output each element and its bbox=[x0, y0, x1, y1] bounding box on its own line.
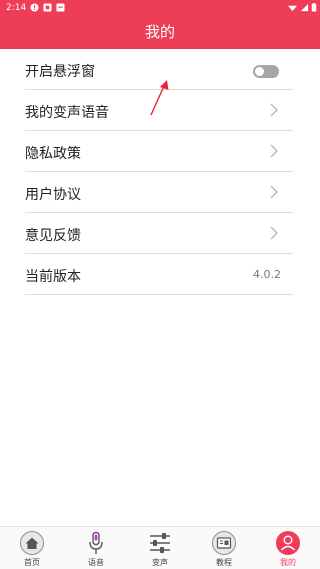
version-value: 4.0.2 bbox=[253, 268, 281, 281]
app-notification-icon bbox=[43, 3, 52, 12]
chevron-right-icon bbox=[270, 103, 278, 117]
tab-voice[interactable]: 语音 bbox=[64, 528, 128, 568]
app-header: 我的 bbox=[0, 16, 320, 49]
version-row: 当前版本 4.0.2 bbox=[25, 254, 293, 295]
sliders-icon bbox=[150, 533, 170, 553]
status-bar: 2:14 bbox=[0, 0, 320, 16]
tab-voice-changer-label: 变声 bbox=[152, 558, 168, 567]
feedback-row[interactable]: 意见反馈 bbox=[25, 213, 293, 254]
floating-window-toggle[interactable] bbox=[253, 65, 279, 78]
tab-voice-label: 语音 bbox=[88, 558, 104, 567]
tab-home-label: 首页 bbox=[24, 558, 40, 567]
status-time: 2:14 bbox=[6, 3, 27, 13]
microphone-icon bbox=[89, 531, 103, 554]
page-title: 我的 bbox=[144, 23, 175, 41]
my-voices-label: 我的变声语音 bbox=[25, 105, 109, 121]
media-notification-icon bbox=[56, 3, 65, 12]
tab-tutorial-label: 教程 bbox=[216, 558, 232, 567]
user-agreement-label: 用户协议 bbox=[25, 187, 81, 203]
tab-voice-changer[interactable]: 变声 bbox=[128, 528, 192, 568]
tutorial-icon bbox=[212, 531, 236, 555]
annotation-arrow-icon bbox=[150, 80, 169, 116]
chevron-right-icon bbox=[270, 185, 278, 199]
tab-mine-label: 我的 bbox=[280, 558, 296, 567]
battery-icon bbox=[311, 3, 317, 12]
feedback-label: 意见反馈 bbox=[25, 228, 81, 244]
home-icon bbox=[20, 531, 44, 555]
signal-icon bbox=[300, 3, 309, 12]
floating-window-label: 开启悬浮窗 bbox=[25, 64, 95, 80]
tab-mine[interactable]: 我的 bbox=[256, 528, 320, 568]
user-agreement-row[interactable]: 用户协议 bbox=[25, 172, 293, 213]
profile-icon bbox=[276, 531, 300, 555]
toggle-knob bbox=[255, 67, 264, 76]
tab-tutorial[interactable]: 教程 bbox=[192, 528, 256, 568]
wifi-icon bbox=[288, 5, 297, 12]
privacy-policy-label: 隐私政策 bbox=[25, 146, 81, 162]
notification-icon bbox=[30, 3, 39, 12]
privacy-policy-row[interactable]: 隐私政策 bbox=[25, 131, 293, 172]
version-label: 当前版本 bbox=[25, 269, 81, 285]
chevron-right-icon bbox=[270, 144, 278, 158]
chevron-right-icon bbox=[270, 226, 278, 240]
tab-home[interactable]: 首页 bbox=[0, 528, 64, 568]
bottom-tab-bar: 首页 语音 变声 教程 我的 bbox=[0, 526, 320, 569]
